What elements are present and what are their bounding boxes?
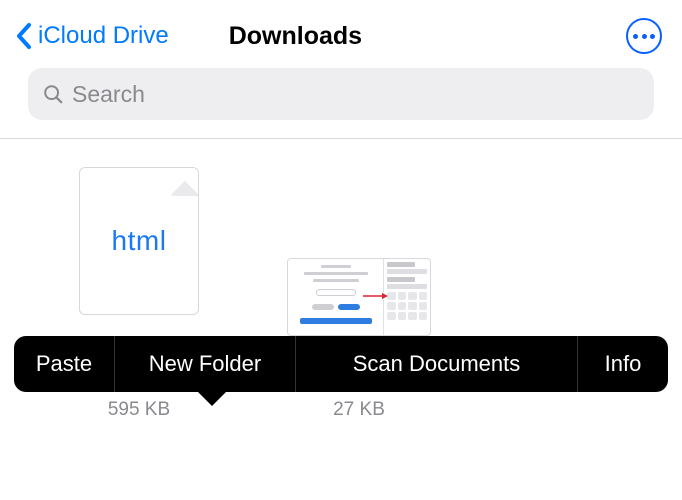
page-fold-icon bbox=[170, 168, 198, 196]
search-input[interactable] bbox=[72, 81, 640, 108]
file-thumbnail bbox=[287, 258, 431, 336]
search-field[interactable] bbox=[28, 68, 654, 120]
back-button[interactable]: iCloud Drive bbox=[14, 21, 169, 51]
back-label: iCloud Drive bbox=[38, 22, 169, 50]
menu-paste[interactable]: Paste bbox=[14, 336, 114, 392]
menu-pointer-icon bbox=[198, 392, 226, 406]
chevron-left-icon bbox=[14, 21, 34, 51]
file-size: 595 KB bbox=[108, 396, 170, 425]
file-size: 27 KB bbox=[333, 396, 385, 425]
menu-info[interactable]: Info bbox=[578, 336, 668, 392]
menu-new-folder[interactable]: New Folder bbox=[115, 336, 295, 392]
context-menu: Paste New Folder Scan Documents Info bbox=[14, 336, 668, 392]
arrow-icon bbox=[362, 291, 388, 301]
page-title: Downloads bbox=[229, 22, 362, 51]
ellipsis-icon bbox=[633, 34, 655, 39]
file-meta: 27 KB bbox=[333, 396, 385, 425]
more-button[interactable] bbox=[626, 18, 662, 54]
search-icon bbox=[42, 83, 64, 105]
header-bar: iCloud Drive Downloads bbox=[0, 0, 682, 68]
file-type-label: html bbox=[112, 225, 167, 257]
file-icon: html bbox=[79, 167, 199, 315]
search-container bbox=[0, 68, 682, 138]
menu-scan-documents[interactable]: Scan Documents bbox=[296, 336, 577, 392]
